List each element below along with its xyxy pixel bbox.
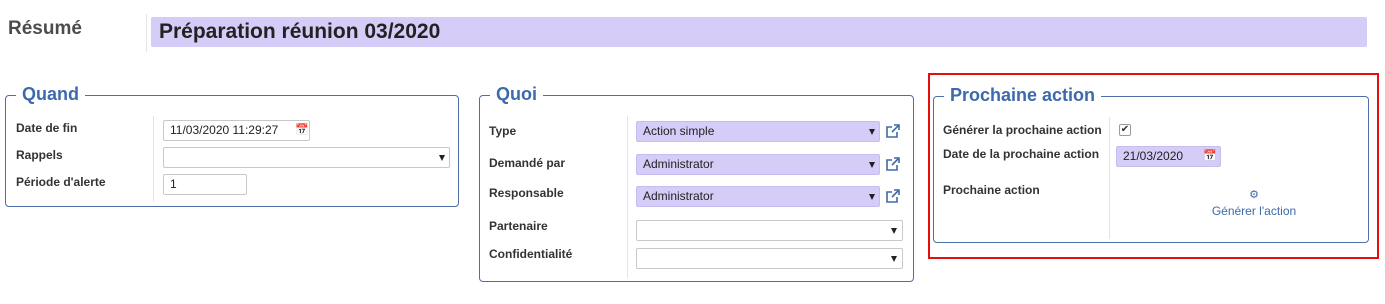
- periode-value: 1: [170, 177, 177, 191]
- chevron-down-icon[interactable]: [891, 256, 897, 262]
- chevron-down-icon[interactable]: [891, 228, 897, 234]
- quand-legend: Quand: [16, 83, 85, 105]
- quoi-legend: Quoi: [490, 83, 543, 105]
- highlight-box: [928, 73, 1379, 259]
- external-link-icon[interactable]: [885, 156, 901, 172]
- demande-value: Administrator: [643, 157, 714, 171]
- demande-select[interactable]: Administrator: [636, 154, 880, 175]
- date-fin-label: Date de fin: [16, 121, 78, 135]
- chevron-down-icon[interactable]: [869, 194, 875, 200]
- rappels-label: Rappels: [16, 148, 63, 162]
- partenaire-select[interactable]: [636, 220, 903, 241]
- type-select[interactable]: Action simple: [636, 121, 880, 142]
- responsable-select[interactable]: Administrator: [636, 186, 880, 207]
- periode-input[interactable]: 1: [163, 174, 247, 195]
- rappels-select[interactable]: [163, 147, 450, 168]
- calendar-icon[interactable]: 📅: [295, 123, 309, 136]
- periode-label: Période d'alerte: [16, 175, 106, 189]
- date-fin-input[interactable]: 11/03/2020 11:29:27: [163, 120, 310, 141]
- chevron-down-icon[interactable]: [439, 155, 445, 161]
- confidentialite-label: Confidentialité: [489, 247, 573, 261]
- title-field[interactable]: Préparation réunion 03/2020: [151, 17, 1367, 47]
- quand-separator: [153, 116, 154, 202]
- date-fin-value: 11/03/2020 11:29:27: [170, 123, 279, 137]
- resume-label: Résumé: [8, 18, 82, 39]
- header-divider: [146, 14, 147, 52]
- demande-label: Demandé par: [489, 156, 566, 170]
- type-value: Action simple: [643, 124, 715, 138]
- confidentialite-select[interactable]: [636, 248, 903, 269]
- partenaire-label: Partenaire: [489, 219, 548, 233]
- responsable-label: Responsable: [489, 186, 564, 200]
- quoi-separator: [627, 116, 628, 278]
- quand-group: Quand Date de fin 11/03/2020 11:29:27 📅 …: [5, 83, 459, 207]
- external-link-icon[interactable]: [885, 188, 901, 204]
- chevron-down-icon[interactable]: [869, 129, 875, 135]
- chevron-down-icon[interactable]: [869, 162, 875, 168]
- responsable-value: Administrator: [643, 189, 714, 203]
- type-label: Type: [489, 124, 517, 138]
- quoi-group: Quoi Type Action simple Demandé par Admi…: [479, 83, 914, 282]
- external-link-icon[interactable]: [885, 123, 901, 139]
